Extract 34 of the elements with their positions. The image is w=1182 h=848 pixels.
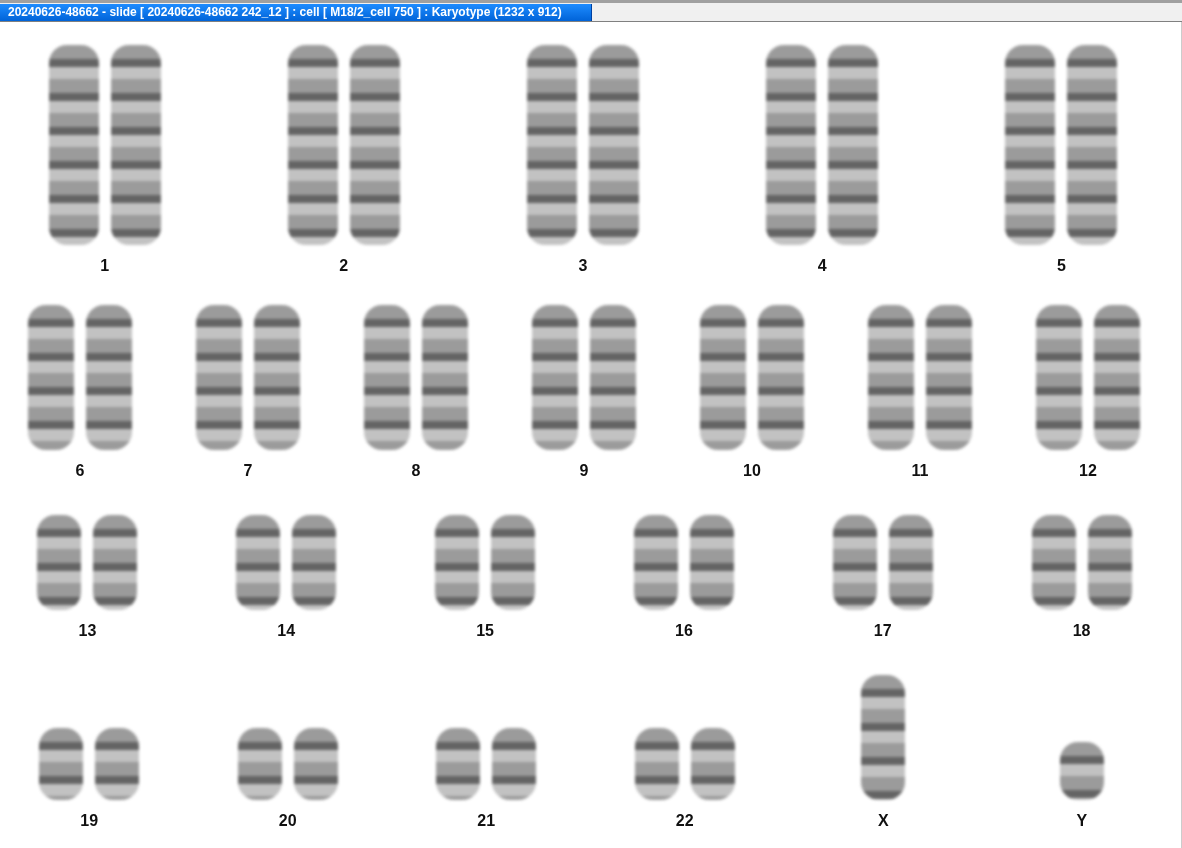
chromosome-label: 3: [578, 257, 588, 276]
chromosome-image: [1059, 742, 1104, 800]
chromosome-label: 14: [277, 622, 296, 641]
chromosome-label: 18: [1072, 622, 1091, 641]
chromosome-label: Y: [1076, 812, 1088, 831]
chromosome-label: 16: [675, 622, 693, 641]
chromosome-image: [39, 728, 84, 800]
chromosome-label: 11: [911, 462, 929, 481]
chromosome-label: X: [877, 812, 889, 831]
chromosome-label: 10: [743, 462, 761, 481]
chromosome-image: [436, 728, 481, 800]
chromosome-label: 13: [78, 622, 97, 641]
chromosome-label: 1: [100, 257, 110, 276]
chromosome-label: 20: [278, 812, 297, 831]
chromosome-label: 19: [80, 812, 99, 831]
window-title: 20240626-48662 - slide [ 20240626-48662 242_12 ] : cell [ M18/2_cell 750 ] : Karyotype (1232 x 912): [0, 4, 592, 21]
chromosome-label: 7: [243, 462, 253, 481]
chromosome-label: 8: [411, 462, 421, 481]
chromosome-label: 6: [75, 462, 85, 481]
chromosome-label: 12: [1079, 462, 1097, 481]
chromosome-label: 21: [477, 812, 496, 831]
chromosome-image: [492, 728, 537, 800]
chromosome-image: [690, 728, 735, 800]
chromosome-image: [95, 728, 140, 800]
chromosome-label: 17: [873, 622, 892, 641]
chromosome-image: [293, 728, 338, 800]
chromosome-label: 15: [476, 622, 494, 641]
chromosome-label: 2: [339, 257, 349, 276]
chromosome-image: [237, 728, 282, 800]
chromosome-label: 22: [675, 812, 694, 831]
chromosome-label: 9: [579, 462, 589, 481]
chromosome-label: 4: [817, 257, 827, 276]
chromosome-label: 5: [1056, 257, 1066, 276]
chromosome-image: [634, 728, 679, 800]
